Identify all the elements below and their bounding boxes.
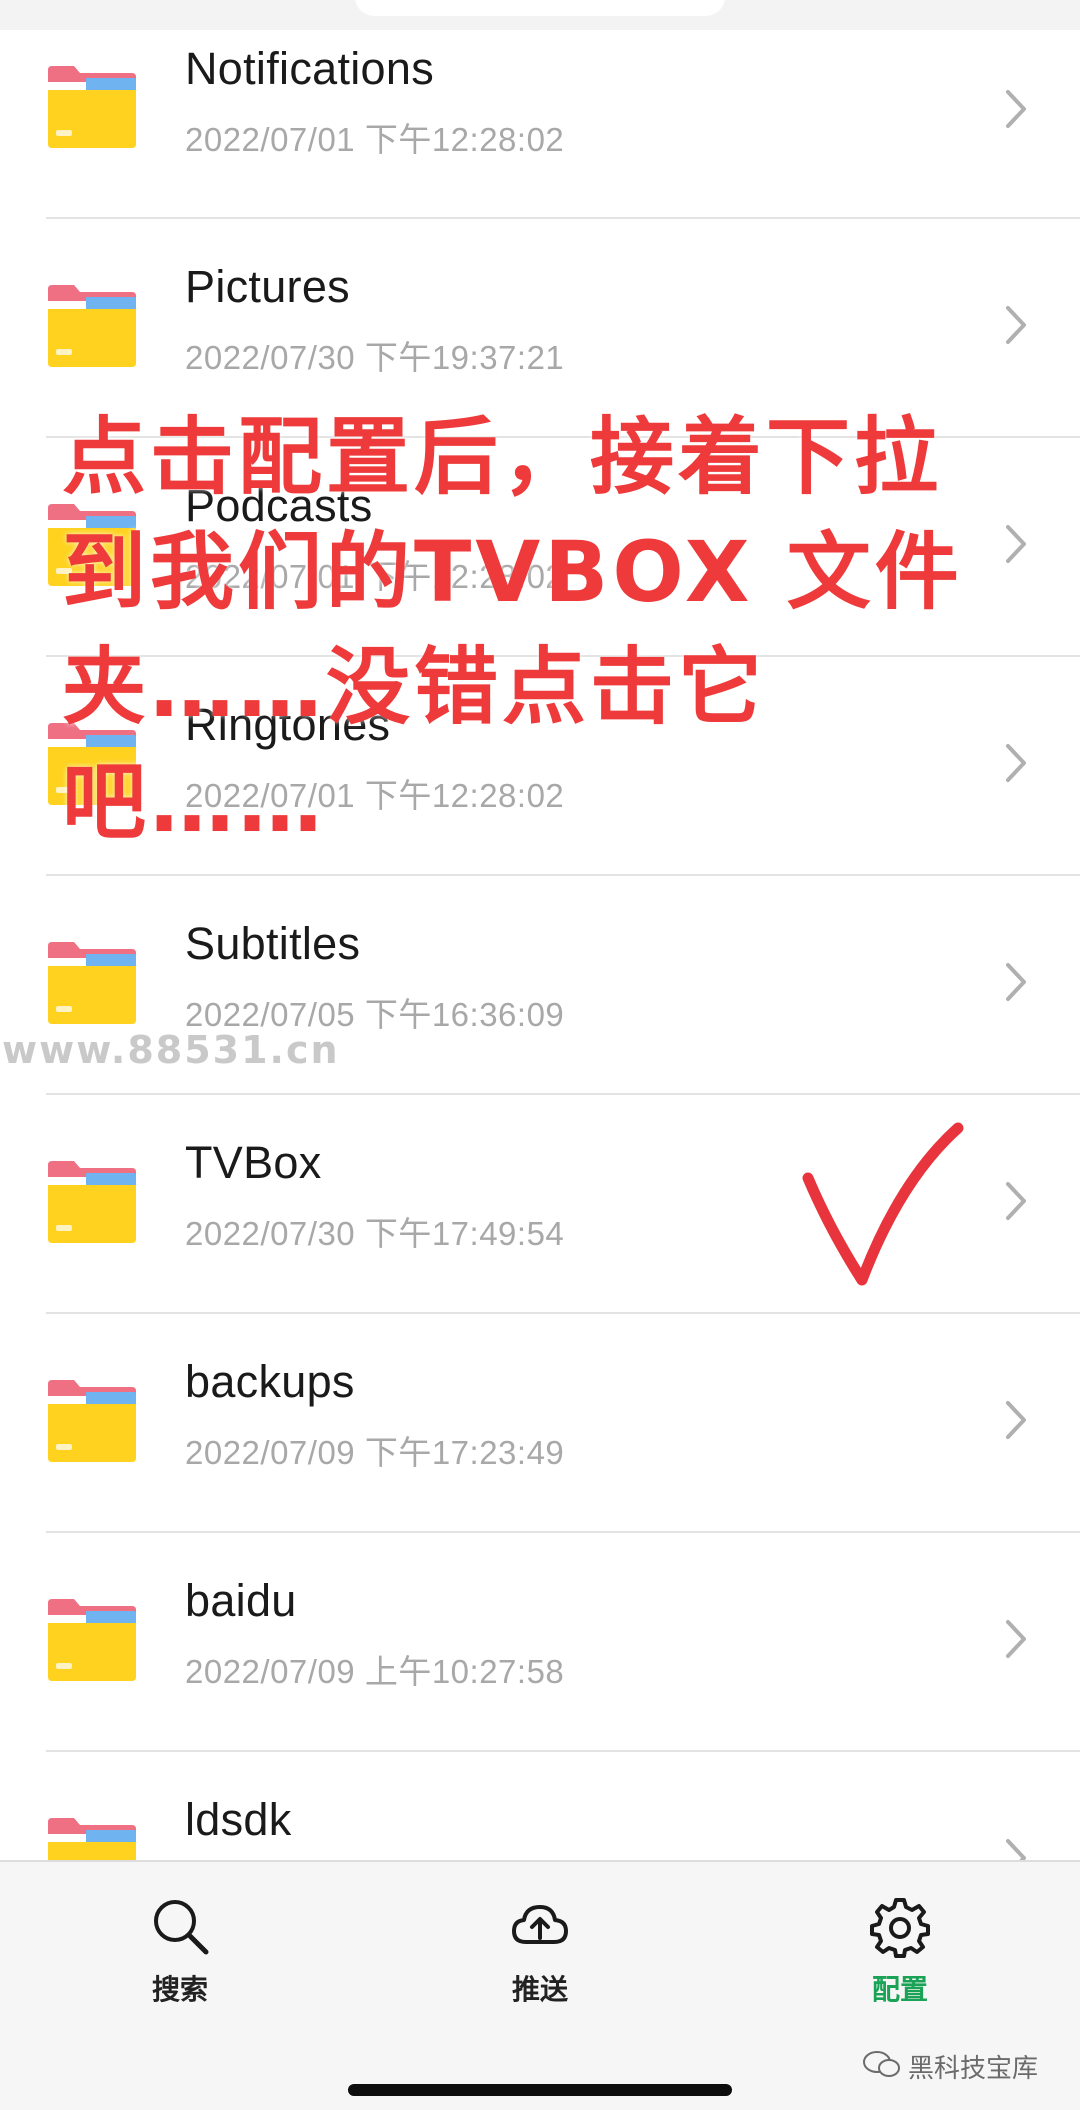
tab-label: 推送 <box>511 1974 568 2005</box>
folder-name: backups <box>185 1356 355 1407</box>
site-watermark: www.88531.cn <box>2 1028 340 1072</box>
folder-row[interactable]: backups 2022/07/09 下午17:23:49 <box>0 1314 1080 1533</box>
folder-name: ldsdk <box>185 1794 292 1845</box>
file-list[interactable]: Notifications 2022/07/01 下午12:28:02 Pict… <box>0 30 1080 1860</box>
wechat-icon <box>863 2051 900 2077</box>
caption-line: 到我们的TVBOX 文件 <box>62 523 963 621</box>
chevron-right-icon <box>1006 90 1026 128</box>
folder-row[interactable]: baidu 2022/07/09 上午10:27:58 <box>0 1533 1080 1752</box>
folder-date: 2022/07/09 上午10:27:58 <box>185 1653 565 1690</box>
checkmark-icon <box>802 1122 964 1286</box>
tab-search[interactable]: 搜索 <box>100 1894 260 2008</box>
folder-row[interactable]: ldsdk <box>0 1752 1080 1860</box>
folder-name: Notifications <box>185 43 435 94</box>
tab-config[interactable]: 配置 <box>820 1894 980 2008</box>
folder-icon <box>48 1161 136 1243</box>
brand-watermark: 黑科技宝库 <box>908 2053 1039 2083</box>
folder-date: 2022/07/09 下午17:23:49 <box>185 1434 565 1471</box>
chevron-right-icon <box>1006 1620 1026 1658</box>
folder-name: TVBox <box>185 1137 322 1188</box>
search-icon <box>154 1900 209 1955</box>
folder-date: 2022/07/01 下午12:28:02 <box>185 121 565 158</box>
folder-icon <box>48 285 136 367</box>
folder-name: baidu <box>185 1575 297 1626</box>
gear-icon <box>870 1898 930 1958</box>
chevron-right-icon <box>1006 1839 1026 1860</box>
folder-icon <box>48 1380 136 1462</box>
folder-name: Subtitles <box>185 918 361 969</box>
home-indicator[interactable] <box>348 2084 732 2096</box>
tab-label: 搜索 <box>151 1974 208 2005</box>
folder-icon <box>48 1818 136 1860</box>
folder-name: Pictures <box>185 261 350 312</box>
folder-icon <box>48 66 136 148</box>
chevron-right-icon <box>1006 1401 1026 1439</box>
instruction-caption: 点击配置后，接着下拉 到我们的TVBOX 文件 夹……没错点击它吧…… <box>62 400 1022 860</box>
chevron-right-icon <box>1006 1182 1026 1220</box>
caption-line: 夹……没错点击它吧…… <box>62 638 767 851</box>
chevron-right-icon <box>1006 306 1026 344</box>
tab-push[interactable]: 推送 <box>460 1894 620 2008</box>
folder-date: 2022/07/30 下午19:37:21 <box>185 339 565 376</box>
folder-icon <box>48 1599 136 1681</box>
tab-label: 配置 <box>871 1974 928 2005</box>
status-area <box>0 0 1080 30</box>
folder-row[interactable]: Notifications 2022/07/01 下午12:28:02 <box>0 30 1080 219</box>
folder-icon <box>48 942 136 1024</box>
cloud-upload-icon <box>512 1905 568 1944</box>
folder-date: 2022/07/30 下午17:49:54 <box>185 1215 565 1252</box>
caption-line: 点击配置后，接着下拉 <box>62 408 943 506</box>
status-pill <box>355 0 725 16</box>
chevron-right-icon <box>1006 963 1026 1001</box>
